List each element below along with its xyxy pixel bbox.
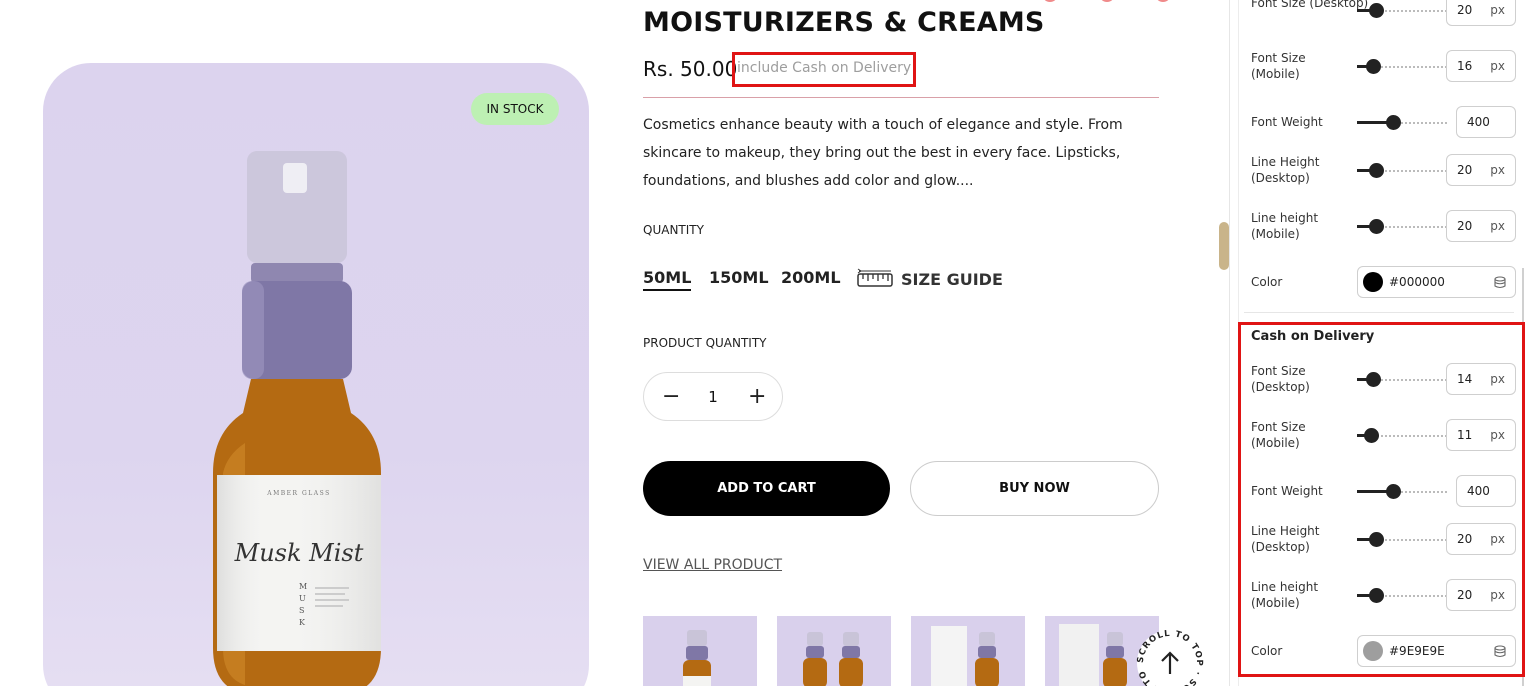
increase-quantity-button[interactable]: + — [748, 385, 766, 407]
cod-font-weight-slider-knob[interactable] — [1385, 484, 1401, 499]
font-size-desktop-label: Font Size (Desktop) — [1251, 0, 1369, 10]
decor-dot — [1042, 0, 1058, 2]
variant-option-150ml[interactable]: 150ML — [709, 268, 769, 287]
color-picker-input[interactable]: #000000 — [1357, 266, 1516, 298]
product-thumbnail[interactable] — [777, 616, 891, 686]
color-label: Color — [1251, 275, 1283, 289]
view-all-products-link[interactable]: VIEW ALL PRODUCT — [643, 557, 782, 573]
cod-color-picker-input[interactable]: #9E9E9E — [1357, 635, 1516, 667]
cod-font-size-mobile-slider-knob[interactable] — [1363, 428, 1379, 443]
cash-on-delivery-text: include Cash on Delivery — [737, 60, 912, 76]
font-size-mobile-label: Font Size (Mobile) — [1251, 51, 1306, 81]
size-guide-label: SIZE GUIDE — [901, 269, 1003, 289]
product-quantity-label: PRODUCT QUANTITY — [643, 336, 767, 350]
cod-color-value: #9E9E9E — [1389, 644, 1445, 658]
scroll-to-top-button[interactable]: SCROLL TO TOP · SCROLL TO TOP · — [1135, 628, 1205, 686]
product-thumbnail[interactable] — [911, 616, 1025, 686]
svg-text:U: U — [299, 594, 306, 603]
decor-dot — [1155, 0, 1171, 2]
product-title: MOISTURIZERS & CREAMS — [643, 7, 1045, 38]
font-weight-label: Font Weight — [1251, 115, 1323, 129]
font-weight-input[interactable]: 400 — [1456, 106, 1516, 138]
cod-color-swatch[interactable] — [1363, 641, 1383, 661]
cod-font-size-desktop-label: Font Size (Desktop) — [1251, 364, 1310, 394]
product-description: Cosmetics enhance beauty with a touch of… — [643, 117, 1123, 189]
line-height-desktop-input[interactable]: 20 px — [1446, 154, 1516, 186]
line-height-mobile-label: Line height (Mobile) — [1251, 211, 1319, 241]
cod-font-size-mobile-input[interactable]: 11 px — [1446, 419, 1516, 451]
variant-option-200ml[interactable]: 200ML — [781, 268, 841, 287]
quantity-stepper: − 1 + — [643, 372, 783, 421]
cod-font-weight-input[interactable]: 400 — [1456, 475, 1516, 507]
line-height-mobile-slider-knob[interactable] — [1369, 219, 1385, 234]
product-price: Rs. 50.00 — [643, 57, 738, 81]
ruler-icon — [857, 268, 893, 287]
cod-font-size-desktop-input[interactable]: 14 px — [1446, 363, 1516, 395]
database-icon[interactable] — [1494, 644, 1506, 658]
font-size-desktop-slider-knob[interactable] — [1369, 3, 1385, 18]
color-swatch[interactable] — [1363, 272, 1383, 292]
line-height-desktop-slider-knob[interactable] — [1369, 163, 1385, 178]
svg-text:S: S — [299, 606, 304, 615]
product-image[interactable]: IN STOCK AMBER GLASS Musk Mist M U S K — [43, 63, 589, 686]
cod-line-height-mobile-input[interactable]: 20 px — [1446, 579, 1516, 611]
variant-option-50ml[interactable]: 50ML — [643, 268, 692, 291]
bottle-vertical-text: M — [299, 582, 307, 591]
decor-dot — [1099, 0, 1115, 2]
bottle-brand-text: AMBER GLASS — [266, 490, 330, 497]
thumbnail-image — [931, 626, 999, 686]
size-guide-link[interactable]: SIZE GUIDE — [857, 268, 1003, 290]
quantity-value[interactable]: 1 — [708, 388, 718, 406]
buy-now-button[interactable]: BUY NOW — [910, 461, 1159, 516]
thumbnail-image — [803, 632, 863, 686]
quantity-label: QUANTITY — [643, 223, 704, 237]
line-height-desktop-label: Line Height (Desktop) — [1251, 155, 1320, 185]
section-separator — [1244, 312, 1514, 313]
font-weight-slider-knob[interactable] — [1385, 115, 1401, 130]
font-size-mobile-input[interactable]: 16 px — [1446, 50, 1516, 82]
cod-section-title: Cash on Delivery — [1251, 329, 1375, 344]
cod-line-height-mobile-label: Line height (Mobile) — [1251, 580, 1319, 610]
cod-color-label: Color — [1251, 644, 1283, 658]
add-to-cart-button[interactable]: ADD TO CART — [643, 461, 890, 516]
color-value: #000000 — [1389, 275, 1445, 289]
cod-font-size-desktop-slider-knob[interactable] — [1365, 372, 1381, 387]
cod-line-height-desktop-input[interactable]: 20 px — [1446, 523, 1516, 555]
cod-font-size-mobile-label: Font Size (Mobile) — [1251, 420, 1306, 450]
page-scrollbar-thumb[interactable] — [1219, 222, 1229, 270]
product-thumbnail[interactable] — [643, 616, 757, 686]
stock-badge: IN STOCK — [471, 93, 559, 125]
font-size-desktop-input[interactable]: 20 px — [1446, 0, 1516, 26]
database-icon[interactable] — [1494, 275, 1506, 289]
svg-text:K: K — [299, 618, 306, 627]
panel-divider — [1229, 0, 1230, 686]
font-size-mobile-slider-knob[interactable] — [1365, 59, 1381, 74]
cod-font-weight-label: Font Weight — [1251, 484, 1323, 498]
cod-line-height-desktop-label: Line Height (Desktop) — [1251, 524, 1320, 554]
line-height-mobile-input[interactable]: 20 px — [1446, 210, 1516, 242]
price-divider — [643, 97, 1159, 98]
bottle-name-text: Musk Mist — [234, 539, 364, 567]
thumbnail-image — [683, 630, 711, 686]
product-bottle-image: AMBER GLASS Musk Mist M U S K — [213, 151, 381, 686]
decrease-quantity-button[interactable]: − — [662, 385, 680, 407]
